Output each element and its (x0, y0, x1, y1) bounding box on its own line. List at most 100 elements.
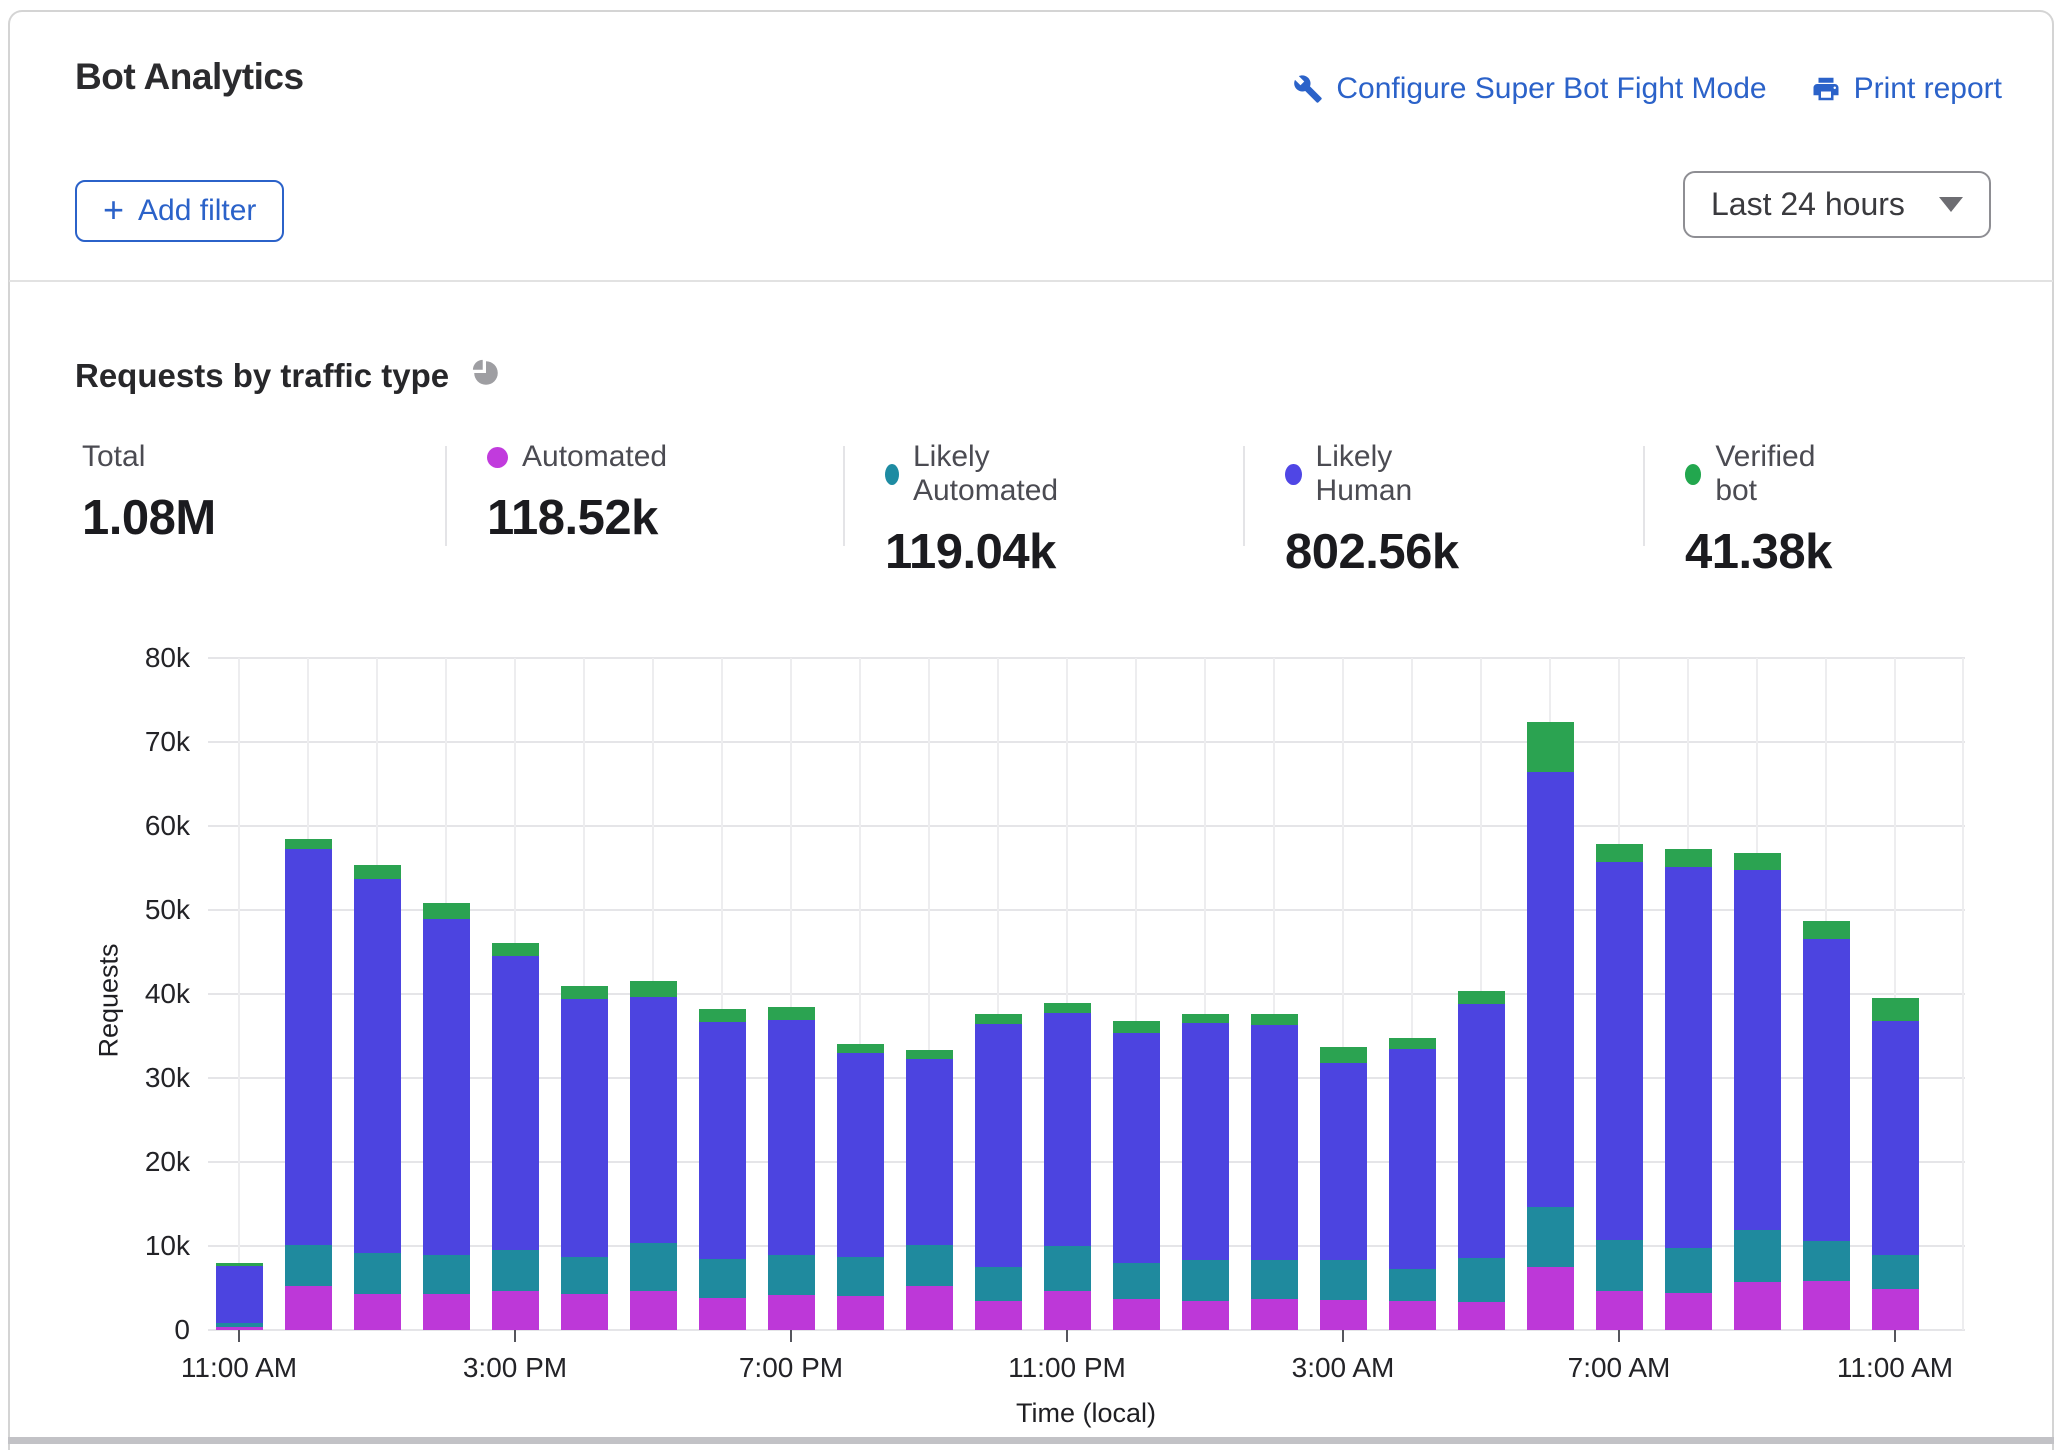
x-tick-mark (1894, 1330, 1896, 1342)
wrench-icon (1293, 74, 1323, 104)
segment-verified-bot (1113, 1021, 1160, 1033)
segment-likely-automated (630, 1243, 677, 1291)
segment-automated (1803, 1281, 1850, 1330)
y-tick-label: 0 (60, 1314, 190, 1346)
add-filter-button[interactable]: + Add filter (75, 180, 284, 242)
segment-verified-bot (423, 903, 470, 919)
segment-automated (1527, 1267, 1574, 1330)
segment-likely-human (630, 997, 677, 1243)
stat-label: Total (82, 440, 145, 474)
stat-value: 802.56k (1285, 524, 1459, 580)
segment-automated (837, 1296, 884, 1330)
bar-5-00-pm[interactable] (630, 981, 677, 1330)
configure-super-bot-fight-mode-link[interactable]: Configure Super Bot Fight Mode (1293, 72, 1766, 106)
segment-likely-automated (285, 1245, 332, 1286)
segment-automated (1389, 1301, 1436, 1330)
gridline-h (208, 825, 1965, 827)
x-tick-label: 7:00 PM (739, 1352, 843, 1384)
segment-verified-bot (1182, 1014, 1229, 1023)
next-section-divider (8, 1437, 2054, 1444)
bar-9-00-am[interactable] (1734, 853, 1781, 1330)
bar-11-00-am[interactable] (1872, 998, 1919, 1330)
segment-likely-human (354, 879, 401, 1253)
bar-4-00-pm[interactable] (561, 986, 608, 1330)
segment-automated (1458, 1302, 1505, 1330)
bar-2-00-pm[interactable] (423, 903, 470, 1330)
bar-11-00-pm[interactable] (1044, 1003, 1091, 1330)
segment-likely-automated (699, 1259, 746, 1298)
x-tick-mark (1066, 1330, 1068, 1342)
segment-likely-human (699, 1022, 746, 1259)
bar-1-00-pm[interactable] (354, 865, 401, 1330)
segment-likely-automated (1044, 1246, 1091, 1291)
segment-likely-automated (492, 1250, 539, 1291)
segment-likely-human (1596, 862, 1643, 1240)
y-tick-label: 60k (60, 810, 190, 842)
segment-verified-bot (1665, 849, 1712, 867)
segment-automated (1044, 1291, 1091, 1330)
stat-label: Likely Human (1316, 440, 1459, 508)
segment-likely-human (1044, 1013, 1091, 1246)
bar-7-00-am[interactable] (1596, 844, 1643, 1330)
plus-icon: + (103, 195, 124, 225)
segment-likely-automated (1320, 1260, 1367, 1300)
segment-verified-bot (630, 981, 677, 997)
bar-12-00-am[interactable] (1113, 1021, 1160, 1330)
segment-likely-automated (1182, 1260, 1229, 1301)
bar-1-00-am[interactable] (1182, 1014, 1229, 1330)
segment-likely-automated (906, 1245, 953, 1286)
pie-chart-icon[interactable] (469, 356, 503, 395)
gridline-v (238, 658, 240, 1330)
segment-automated (285, 1286, 332, 1330)
time-range-select[interactable]: Last 24 hours (1683, 171, 1991, 238)
x-axis-title: Time (local) (1016, 1398, 1156, 1429)
bar-2-00-am[interactable] (1251, 1014, 1298, 1330)
segment-likely-automated (1803, 1241, 1850, 1281)
segment-likely-automated (975, 1267, 1022, 1301)
segment-likely-human (1320, 1063, 1367, 1260)
print-report-link[interactable]: Print report (1811, 72, 2002, 106)
segment-likely-human (1527, 772, 1574, 1207)
segment-likely-human (216, 1266, 263, 1323)
segment-likely-automated (1389, 1269, 1436, 1301)
stat-likely-automated: Likely Automated119.04k (885, 440, 1065, 580)
segment-likely-automated (423, 1255, 470, 1294)
segment-automated (975, 1301, 1022, 1330)
chevron-down-icon (1939, 197, 1963, 212)
bar-9-00-pm[interactable] (906, 1050, 953, 1330)
segment-verified-bot (561, 986, 608, 999)
segment-likely-human (837, 1053, 884, 1257)
segment-verified-bot (837, 1044, 884, 1053)
segment-likely-automated (1527, 1207, 1574, 1267)
segment-likely-human (1803, 939, 1850, 1241)
section-title: Requests by traffic type (75, 357, 449, 395)
page-title: Bot Analytics (75, 56, 304, 98)
segment-automated (1734, 1282, 1781, 1330)
segment-verified-bot (1044, 1003, 1091, 1013)
bar-8-00-am[interactable] (1665, 849, 1712, 1330)
bar-10-00-am[interactable] (1803, 921, 1850, 1330)
stat-label: Automated (522, 440, 667, 474)
stat-divider (1243, 446, 1245, 546)
bar-11-00-am[interactable] (216, 1263, 263, 1330)
bar-3-00-am[interactable] (1320, 1047, 1367, 1330)
segment-likely-human (285, 849, 332, 1245)
x-tick-label: 11:00 AM (181, 1352, 297, 1384)
bar-6-00-pm[interactable] (699, 1009, 746, 1330)
segment-automated (1872, 1289, 1919, 1330)
bar-5-00-am[interactable] (1458, 991, 1505, 1330)
bar-8-00-pm[interactable] (837, 1044, 884, 1330)
segment-automated (1665, 1293, 1712, 1330)
segment-likely-human (768, 1020, 815, 1255)
segment-likely-automated (1458, 1258, 1505, 1302)
bar-6-00-am[interactable] (1527, 722, 1574, 1330)
segment-likely-automated (1665, 1248, 1712, 1293)
segment-likely-human (1734, 870, 1781, 1230)
bar-10-00-pm[interactable] (975, 1014, 1022, 1330)
bar-3-00-pm[interactable] (492, 943, 539, 1330)
bar-4-00-am[interactable] (1389, 1038, 1436, 1330)
segment-likely-automated (1251, 1260, 1298, 1299)
header-actions: Configure Super Bot Fight Mode Print rep… (1293, 72, 2002, 106)
bar-12-00-pm[interactable] (285, 839, 332, 1330)
bar-7-00-pm[interactable] (768, 1007, 815, 1330)
